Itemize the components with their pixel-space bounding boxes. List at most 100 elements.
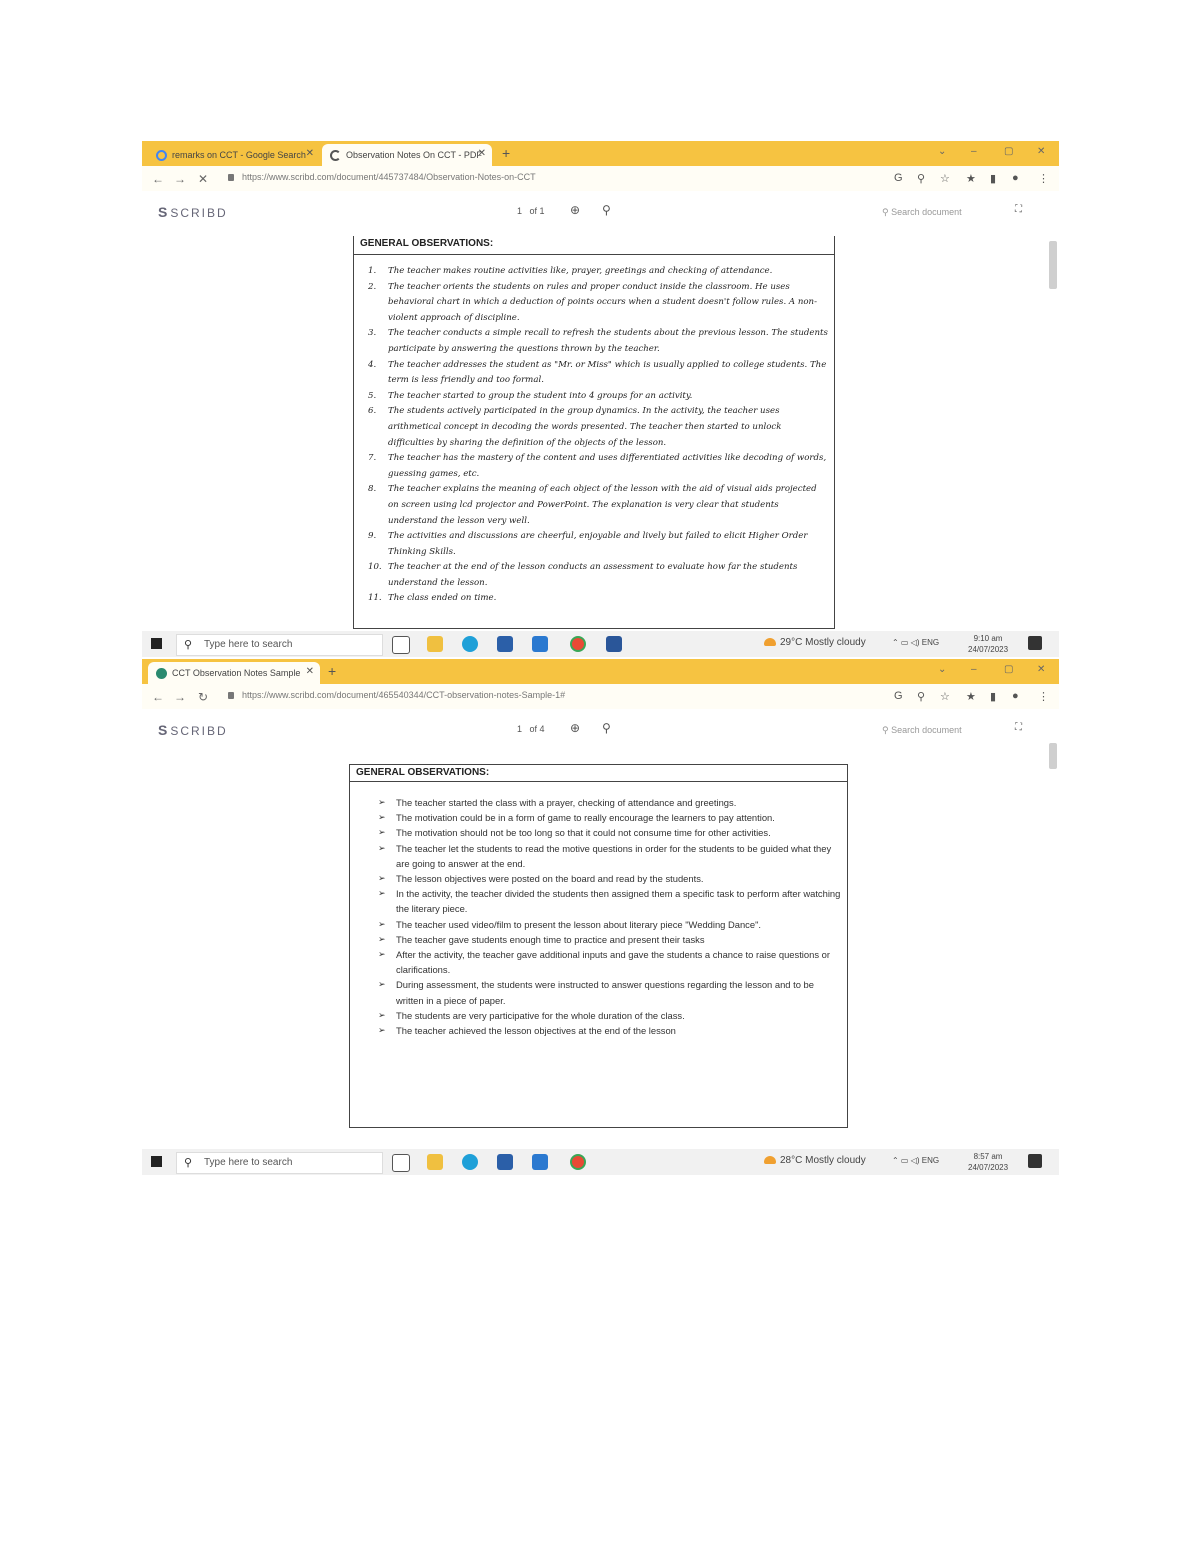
scribd-logo[interactable]: S SCRIBD [158,204,228,220]
translate-icon[interactable]: ⚲ [917,690,925,703]
url-field[interactable]: https://www.scribd.com/document/44573748… [220,170,880,187]
item-text: The teacher addresses the student as "Mr… [388,359,827,386]
bookmark-star-icon[interactable]: ☆ [940,690,950,703]
edge-icon[interactable] [462,1154,478,1170]
bookmark-star-icon[interactable]: ☆ [940,172,950,185]
side-panel-icon[interactable]: ▮ [990,172,996,185]
list-item: 5. The teacher started to group the stude… [368,389,828,405]
chevron-down-icon[interactable]: ⌄ [938,146,946,157]
profile-avatar[interactable]: ● [1012,172,1019,184]
task-view-icon[interactable] [392,1154,410,1172]
windows-start-icon[interactable] [151,1156,162,1167]
back-button[interactable]: ← [152,690,164,704]
file-explorer-icon[interactable] [427,636,443,652]
store-icon[interactable] [497,636,513,652]
extensions-icon[interactable]: ★ [966,690,976,703]
store-icon[interactable] [497,1154,513,1170]
google-lens-icon[interactable]: G [894,172,903,184]
system-tray[interactable]: ⌃ ▭ ◁) ENG [892,638,939,647]
search-icon[interactable]: ⚲ [602,203,611,217]
notification-icon[interactable] [1028,636,1042,650]
tab-google-search[interactable]: remarks on CCT - Google Search ✕ [148,144,320,166]
profile-avatar[interactable]: ● [1012,690,1019,702]
scrollbar-thumb[interactable] [1049,241,1057,289]
close-tab-icon[interactable]: ✕ [306,148,314,159]
item-number: 8. [368,484,377,495]
chevron-down-icon[interactable]: ⌄ [938,664,946,675]
item-text: The teacher explains the meaning of each… [388,484,817,526]
side-panel-icon[interactable]: ▮ [990,690,996,703]
list-item: ➢ In the activity, the teacher divided th… [378,886,843,916]
clock[interactable]: 8:57 am 24/07/2023 [968,1151,1008,1173]
search-document-field[interactable]: ⚲ Search document [882,207,962,218]
extensions-icon[interactable]: ★ [966,172,976,185]
clock[interactable]: 9:10 am 24/07/2023 [968,633,1008,655]
google-lens-icon[interactable]: G [894,690,903,702]
doc-title: GENERAL OBSERVATIONS: [360,238,494,249]
windows-taskbar: ⚲ Type here to search 29°C Mostly cloudy… [142,631,1059,657]
chrome-icon[interactable] [570,1154,586,1170]
fullscreen-icon[interactable]: ⛶ [1015,722,1022,733]
list-item: 3. The teacher conducts a simple recall t… [368,326,828,357]
scrollbar-thumb[interactable] [1049,743,1057,769]
close-tab-icon[interactable]: ✕ [478,148,486,159]
url-field[interactable]: https://www.scribd.com/document/46554034… [220,688,880,705]
close-window-button[interactable]: ✕ [1037,664,1045,675]
translate-icon[interactable]: ⚲ [917,172,925,185]
reload-button[interactable]: ↻ [198,690,208,704]
item-text: The class ended on time. [388,593,497,604]
system-tray[interactable]: ⌃ ▭ ◁) ENG [892,1156,939,1165]
new-tab-button[interactable]: + [502,145,510,161]
weather-widget[interactable]: 29°C Mostly cloudy [764,637,866,648]
menu-icon[interactable]: ⋮ [1038,172,1049,185]
close-window-button[interactable]: ✕ [1037,146,1045,157]
file-explorer-icon[interactable] [427,1154,443,1170]
close-tab-icon[interactable]: ✕ [306,666,314,677]
document-page: GENERAL OBSERVATIONS: 1. The teacher make… [353,236,835,629]
maximize-button[interactable]: ▢ [1004,664,1013,675]
chrome-icon[interactable] [570,636,586,652]
divider [354,254,834,255]
forward-button[interactable]: → [174,172,186,186]
tab-observation-notes[interactable]: Observation Notes On CCT - PDF ✕ [322,144,492,166]
forward-button[interactable]: → [174,690,186,704]
scribd-logo[interactable]: S SCRIBD [158,722,228,738]
zoom-icon[interactable]: ⊕ [570,203,580,217]
divider [350,781,847,782]
fullscreen-icon[interactable]: ⛶ [1015,204,1022,215]
minimize-button[interactable]: – [971,146,977,157]
item-text: The motivation could be in a form of gam… [396,812,775,824]
item-text: The teacher makes routine activities lik… [388,266,773,276]
stop-button[interactable]: ✕ [198,172,208,186]
search-icon[interactable]: ⚲ [602,721,611,735]
notification-icon[interactable] [1028,1154,1042,1168]
edge-icon[interactable] [462,636,478,652]
weather-widget[interactable]: 28°C Mostly cloudy [764,1155,866,1166]
new-tab-button[interactable]: + [328,663,336,679]
tab-cct-notes-sample[interactable]: CCT Observation Notes Sample ✕ [148,662,320,684]
back-button[interactable]: ← [152,172,164,186]
menu-icon[interactable]: ⋮ [1038,690,1049,703]
taskbar-search[interactable]: ⚲ Type here to search [176,634,383,656]
minimize-button[interactable]: – [971,664,977,675]
word-icon[interactable] [606,636,622,652]
arrow-bullet-icon: ➢ [378,812,386,823]
zoom-icon[interactable]: ⊕ [570,721,580,735]
item-text: The teacher has the mastery of the conte… [388,453,827,479]
item-text: The teacher let the students to read the… [396,842,832,869]
maximize-button[interactable]: ▢ [1004,146,1013,157]
mail-icon[interactable] [532,1154,548,1170]
windows-start-icon[interactable] [151,638,162,649]
scribd-icon [156,667,167,679]
list-item: ➢ The teacher started the class with a pr… [378,795,843,810]
mail-icon[interactable] [532,636,548,652]
task-view-icon[interactable] [392,636,410,654]
document-page: GENERAL OBSERVATIONS: ➢ The teacher start… [349,764,848,1128]
observation-list: 1. The teacher makes routine activities l… [368,264,828,607]
list-item: ➢ The motivation could be in a form of ga… [378,810,843,825]
search-document-field[interactable]: ⚲ Search document [882,725,962,736]
item-number: 6. [368,406,377,417]
taskbar-search[interactable]: ⚲ Type here to search [176,1152,383,1174]
item-text: The teacher at the end of the lesson con… [388,562,798,588]
item-text: The motivation should not be too long so… [396,827,771,839]
